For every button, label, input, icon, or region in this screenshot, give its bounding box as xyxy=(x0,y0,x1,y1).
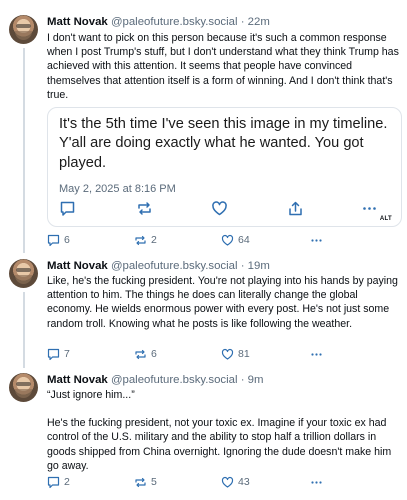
like-button[interactable]: 81 xyxy=(221,346,250,362)
ellipsis-icon xyxy=(311,352,322,356)
share-icon[interactable] xyxy=(287,200,304,222)
repost-button[interactable]: 2 xyxy=(134,232,157,248)
speech-bubble-icon xyxy=(47,348,60,360)
more-options-button[interactable] xyxy=(310,346,323,362)
embedded-post-actions xyxy=(48,200,401,220)
avatar[interactable] xyxy=(9,259,38,288)
repost-button[interactable]: 5 xyxy=(134,474,157,490)
author-handle[interactable]: @paleofuture.bsky.social xyxy=(111,260,238,272)
post-time[interactable]: · 19m xyxy=(241,260,270,272)
repost-count: 5 xyxy=(151,476,157,488)
repost-arrows-icon xyxy=(135,349,146,359)
avatar[interactable] xyxy=(9,15,38,44)
heart-icon xyxy=(221,476,234,488)
like-count: 64 xyxy=(238,234,250,246)
post-actions: 2 5 43 xyxy=(47,474,347,490)
reply-button[interactable]: 6 xyxy=(47,232,70,248)
author-name[interactable]: Matt Novak xyxy=(47,260,108,272)
reply-button[interactable]: 7 xyxy=(47,346,70,362)
more-options-button[interactable] xyxy=(310,474,323,490)
post-text: “Just ignore him...” He's the fucking pr… xyxy=(47,388,399,473)
post-time[interactable]: · 22m xyxy=(241,16,270,28)
post-text: I don't want to pick on this person beca… xyxy=(47,31,399,102)
heart-icon xyxy=(221,348,234,360)
repost-arrows-icon xyxy=(135,235,146,245)
speech-bubble-icon[interactable] xyxy=(59,200,76,222)
post-text: Like, he's the fucking president. You're… xyxy=(47,274,399,331)
heart-icon[interactable] xyxy=(211,200,228,222)
thread-line xyxy=(23,292,25,368)
ellipsis-icon xyxy=(311,480,322,484)
post-header: Matt Novak @paleofuture.bsky.social · 19… xyxy=(47,259,270,273)
post-paragraph: I don't want to pick on this person beca… xyxy=(47,32,399,101)
more-options-button[interactable] xyxy=(310,232,323,248)
reply-count: 2 xyxy=(64,476,70,488)
author-handle[interactable]: @paleofuture.bsky.social xyxy=(111,374,238,386)
speech-bubble-icon xyxy=(47,476,60,488)
reply-count: 6 xyxy=(64,234,70,246)
like-count: 81 xyxy=(238,348,250,360)
author-name[interactable]: Matt Novak xyxy=(47,374,108,386)
heart-icon xyxy=(221,234,234,246)
thread-line xyxy=(23,48,25,253)
post-header: Matt Novak @paleofuture.bsky.social · 9m xyxy=(47,373,264,387)
repost-arrows-icon xyxy=(135,477,146,487)
embedded-post-card[interactable]: It's the 5th time I've seen this image i… xyxy=(47,107,402,227)
alt-text-badge[interactable]: ALT xyxy=(380,216,392,222)
author-handle[interactable]: @paleofuture.bsky.social xyxy=(111,16,238,28)
post-actions: 7 6 81 xyxy=(47,346,347,362)
like-button[interactable]: 64 xyxy=(221,232,250,248)
post-paragraph: Like, he's the fucking president. You're… xyxy=(47,275,398,330)
repost-button[interactable]: 6 xyxy=(134,346,157,362)
reply-count: 7 xyxy=(64,348,70,360)
post-paragraph: “Just ignore him...” xyxy=(47,389,135,401)
embedded-post-date: May 2, 2025 at 8:16 PM xyxy=(59,183,176,195)
author-name[interactable]: Matt Novak xyxy=(47,16,108,28)
repost-count: 6 xyxy=(151,348,157,360)
repost-count: 2 xyxy=(151,234,157,246)
like-count: 43 xyxy=(238,476,250,488)
embedded-post-text: It's the 5th time I've seen this image i… xyxy=(59,116,388,171)
repost-arrows-icon[interactable] xyxy=(136,200,153,222)
avatar[interactable] xyxy=(9,373,38,402)
ellipsis-icon[interactable] xyxy=(361,200,378,222)
speech-bubble-icon xyxy=(47,234,60,246)
post-time[interactable]: · 9m xyxy=(241,374,264,386)
reply-button[interactable]: 2 xyxy=(47,474,70,490)
post-header: Matt Novak @paleofuture.bsky.social · 22… xyxy=(47,15,270,29)
like-button[interactable]: 43 xyxy=(221,474,250,490)
ellipsis-icon xyxy=(311,238,322,242)
post-paragraph: He's the fucking president, not your tox… xyxy=(47,417,392,472)
post-actions: 6 2 64 xyxy=(47,232,347,248)
